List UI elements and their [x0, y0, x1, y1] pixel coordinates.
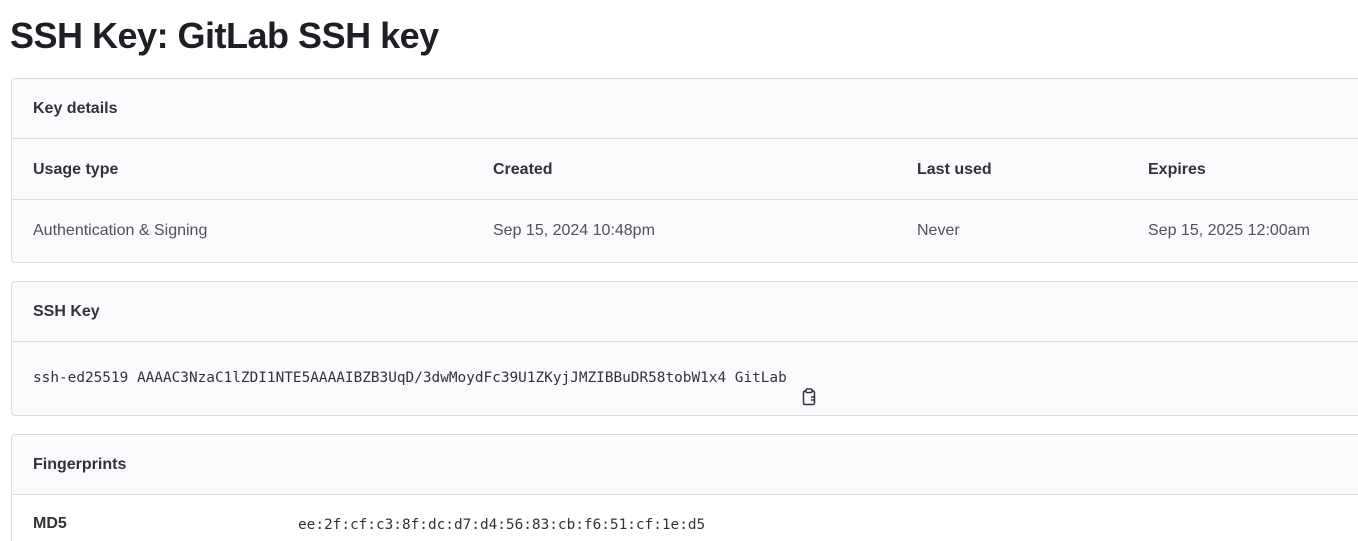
page-title: SSH Key: GitLab SSH key: [10, 15, 439, 56]
usage-type-value: Authentication & Signing: [33, 222, 208, 239]
ssh-key-header: SSH Key: [12, 282, 1358, 342]
fingerprint-label: MD5: [33, 515, 67, 532]
clipboard-icon: [802, 388, 816, 406]
details-table-row: Authentication & Signing Sep 15, 2024 10…: [12, 200, 1358, 261]
details-table-header-row: Usage type Created Last used Expires: [12, 139, 1358, 200]
column-header-expires: Expires: [1148, 161, 1206, 178]
fingerprints-card: Fingerprints MD5 ee:2f:cf:c3:8f:dc:d7:d4…: [11, 434, 1358, 541]
expires-value: Sep 15, 2025 12:00am: [1148, 222, 1310, 239]
key-details-header: Key details: [12, 79, 1358, 139]
column-header-last-used: Last used: [917, 161, 992, 178]
fingerprint-row: MD5 ee:2f:cf:c3:8f:dc:d7:d4:56:83:cb:f6:…: [12, 495, 1358, 541]
ssh-key-value: ssh-ed25519 AAAAC3NzaC1lZDI1NTE5AAAAIBZB…: [33, 370, 787, 386]
ssh-key-card: SSH Key ssh-ed25519 AAAAC3NzaC1lZDI1NTE5…: [11, 281, 1358, 416]
fingerprint-value: ee:2f:cf:c3:8f:dc:d7:d4:56:83:cb:f6:51:c…: [298, 517, 706, 533]
fingerprints-header: Fingerprints: [12, 435, 1358, 495]
created-value: Sep 15, 2024 10:48pm: [493, 222, 655, 239]
column-header-created: Created: [493, 161, 553, 178]
column-header-usage-type: Usage type: [33, 161, 119, 178]
ssh-key-page: SSH Key: GitLab SSH key Key details Usag…: [0, 0, 1358, 541]
ssh-key-body: ssh-ed25519 AAAAC3NzaC1lZDI1NTE5AAAAIBZB…: [12, 342, 1358, 414]
key-details-card: Key details Usage type Created Last used…: [11, 78, 1358, 263]
last-used-value: Never: [917, 222, 960, 239]
copy-ssh-key-button[interactable]: [801, 366, 819, 406]
